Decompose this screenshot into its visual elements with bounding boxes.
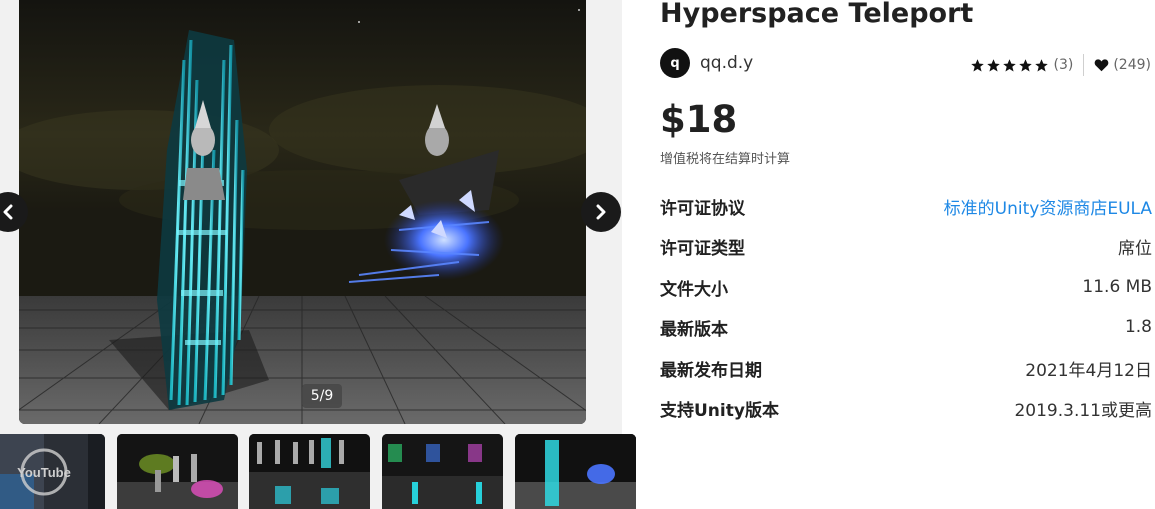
star-icon: [1018, 58, 1032, 71]
spec-row-license-agreement: 许可证协议 标准的Unity资源商店EULA: [660, 194, 1152, 219]
spec-row-release-date: 最新发布日期 2021年4月12日: [660, 356, 1152, 381]
media-gallery: 5/9 YouTube: [0, 0, 636, 509]
thumbnail-4[interactable]: [382, 434, 503, 509]
spec-value: 1.8: [1124, 317, 1152, 337]
rating-summary: (3) (249): [970, 54, 1151, 76]
svg-text:YouTube: YouTube: [17, 465, 71, 480]
chevron-left-icon: [3, 204, 13, 220]
spec-row-latest-version: 最新版本 1.8: [660, 315, 1152, 340]
spec-row-license-type: 许可证类型 席位: [660, 234, 1152, 259]
spec-value: 席位: [1118, 238, 1152, 259]
spec-row-unity-version: 支持Unity版本 2019.3.11或更高: [660, 396, 1152, 421]
thumbnail-2[interactable]: [117, 434, 238, 509]
spec-value: 2021年4月12日: [1025, 360, 1152, 381]
spec-label: 文件大小: [660, 279, 728, 300]
tax-note: 增值税将在结算时计算: [660, 152, 791, 167]
publisher-name[interactable]: qq.d.y: [700, 53, 753, 73]
star-icon: [970, 58, 984, 71]
thumbnail-video[interactable]: YouTube: [0, 434, 105, 509]
thumbnail-5-current[interactable]: [515, 434, 636, 509]
image-counter: 5/9: [302, 384, 342, 408]
star-rating[interactable]: [970, 58, 1050, 73]
spec-row-file-size: 文件大小 11.6 MB: [660, 275, 1152, 300]
publisher-link[interactable]: q qq.d.y: [660, 48, 753, 78]
spec-value: 11.6 MB: [1082, 277, 1152, 297]
star-icon: [1002, 58, 1016, 71]
star-icon: [986, 58, 1000, 71]
chevron-right-icon: [596, 204, 606, 220]
rating-count[interactable]: (3): [1054, 57, 1074, 73]
heart-icon[interactable]: [1094, 58, 1109, 72]
spec-value: 2019.3.11或更高: [1014, 400, 1152, 421]
favorite-count: (249): [1113, 57, 1151, 73]
publisher-avatar: q: [660, 48, 690, 78]
spec-label: 最新发布日期: [660, 360, 762, 381]
next-image-button[interactable]: [581, 192, 621, 232]
eula-link[interactable]: 标准的Unity资源商店EULA: [944, 194, 1152, 219]
price: $18: [660, 98, 738, 141]
thumbnail-strip: YouTube: [0, 434, 636, 509]
spec-label: 许可证类型: [660, 238, 745, 259]
star-icon: [1034, 58, 1048, 71]
spec-label: 许可证协议: [660, 198, 745, 219]
divider: [1083, 54, 1085, 76]
preview-scene: [19, 0, 586, 424]
spec-label: 最新版本: [660, 319, 728, 340]
main-preview-image[interactable]: 5/9: [19, 0, 586, 424]
spec-label: 支持Unity版本: [660, 400, 779, 421]
thumbnail-3[interactable]: [249, 434, 370, 509]
product-title: Hyperspace Teleport: [660, 0, 974, 29]
